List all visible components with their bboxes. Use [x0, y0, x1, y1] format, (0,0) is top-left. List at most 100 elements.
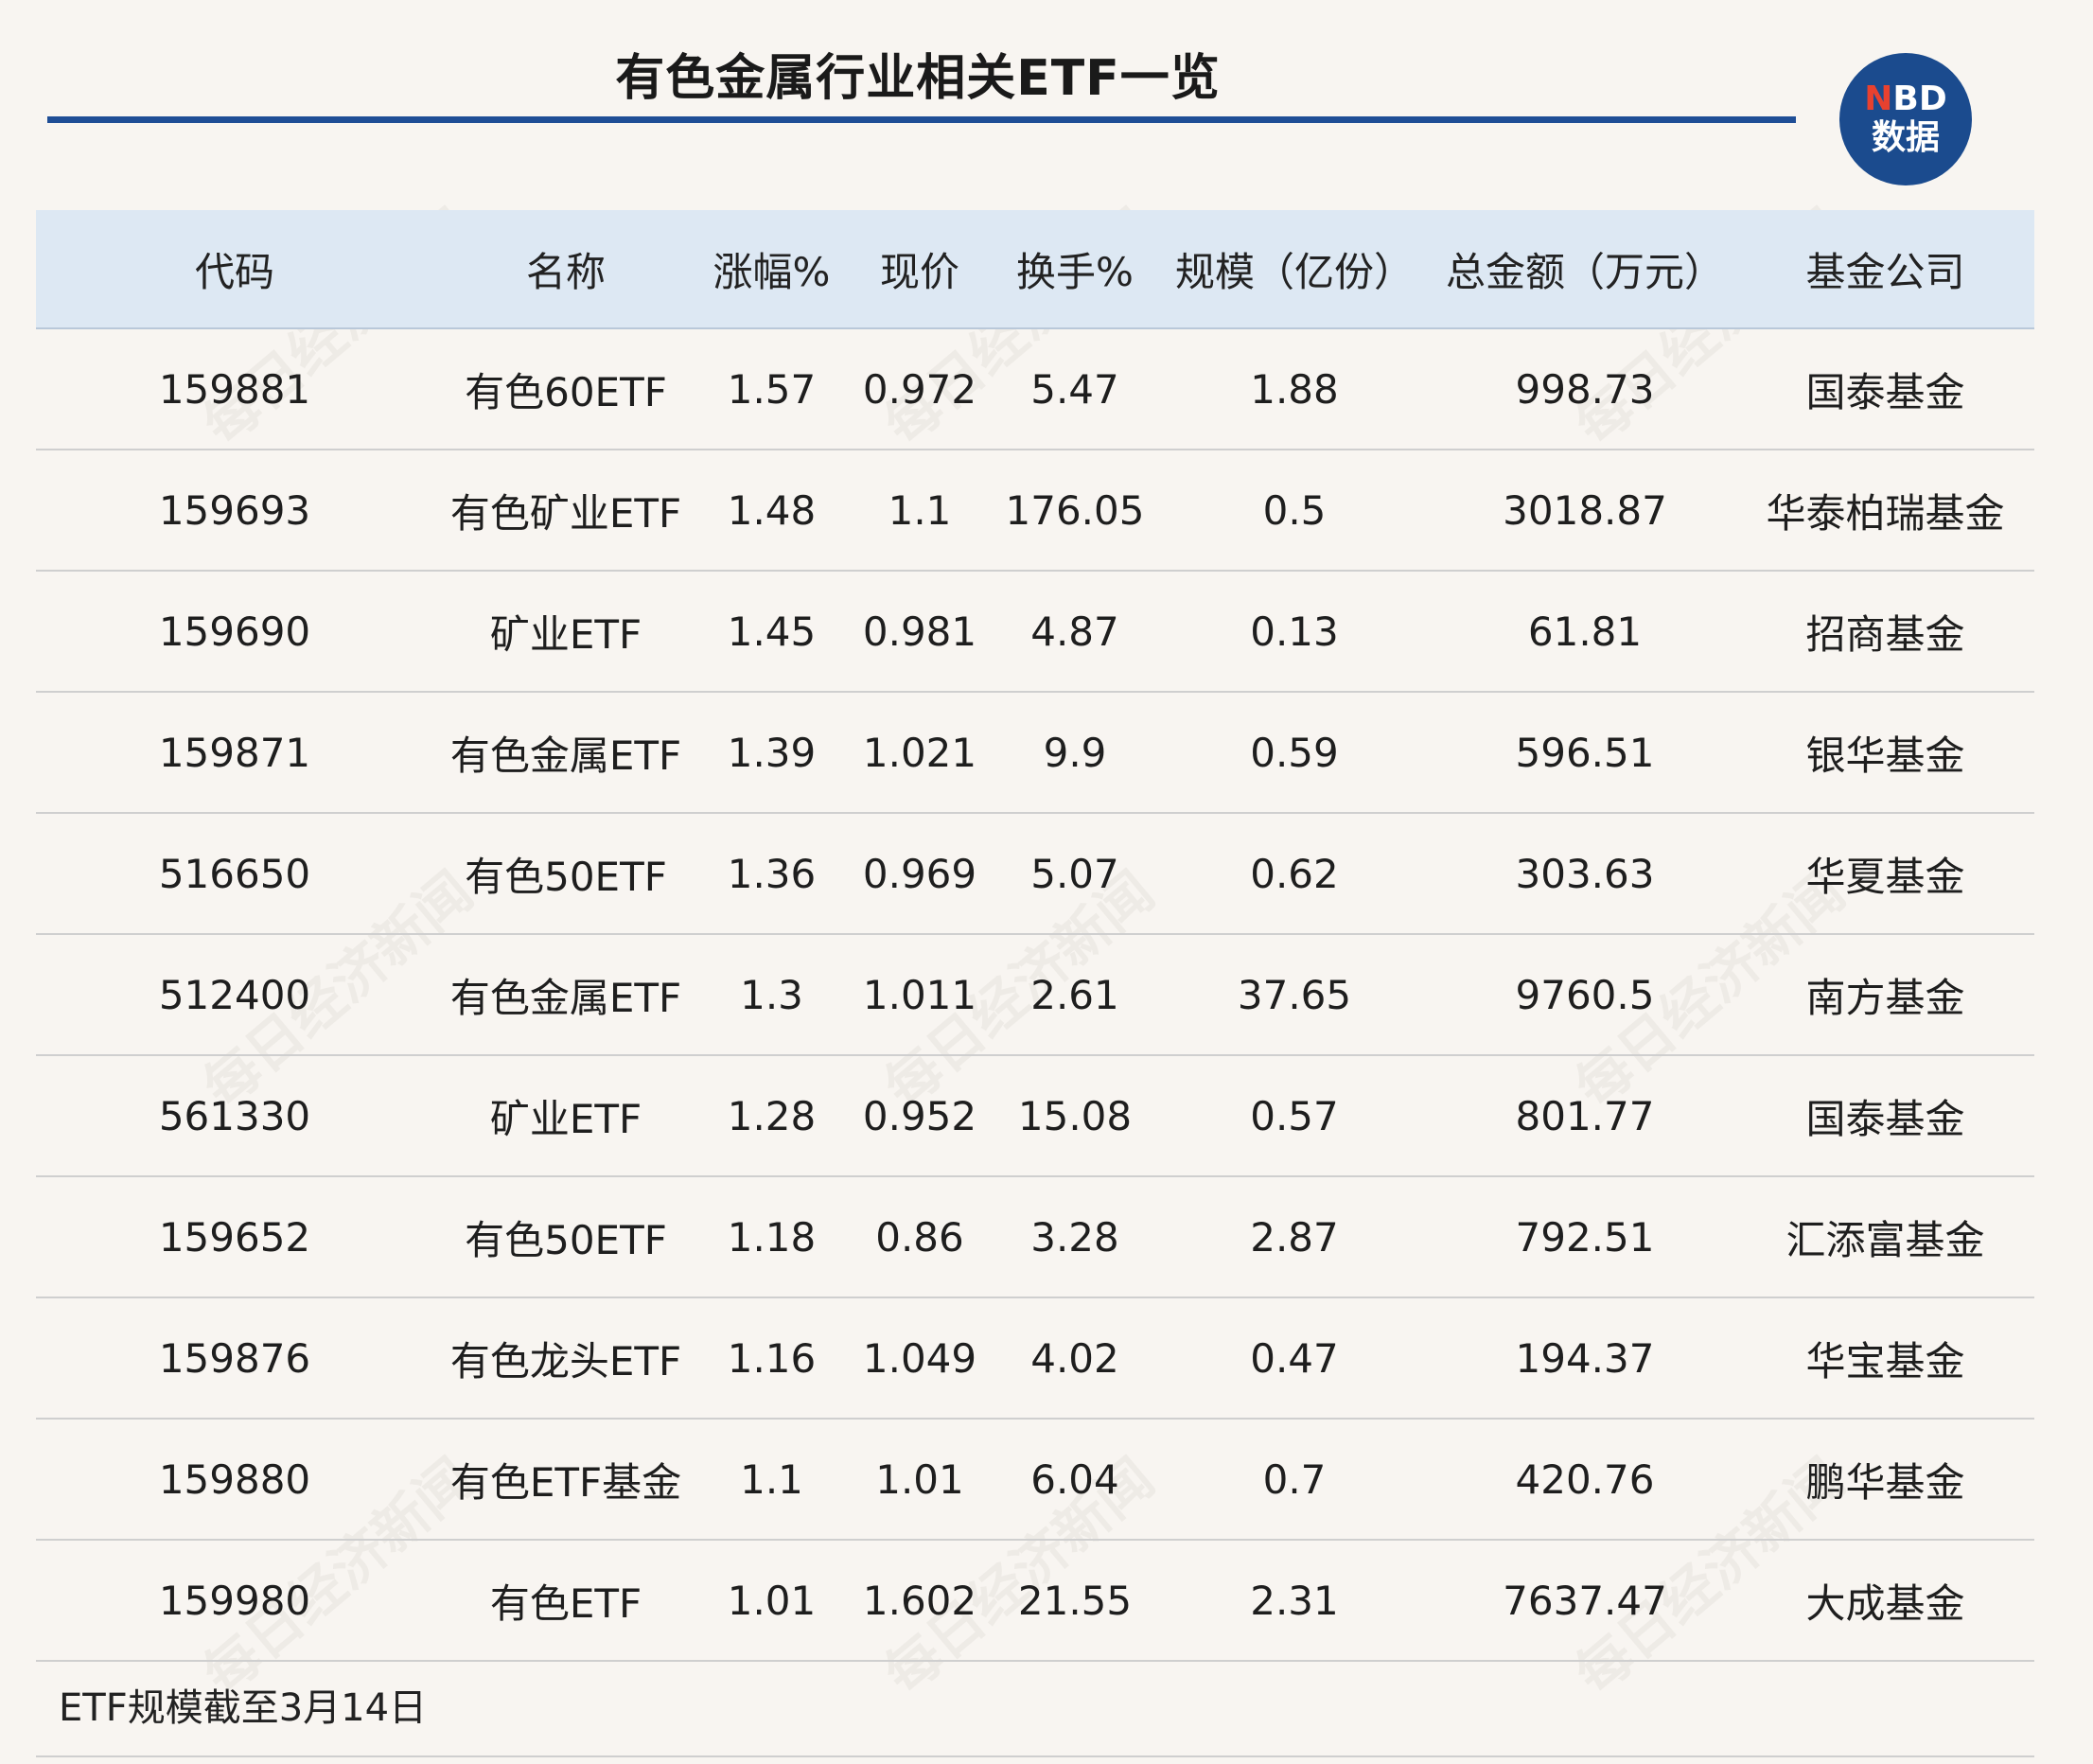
cell-name: 有色60ETF: [465, 368, 667, 415]
nbd-data-logo: NBD 数据: [1839, 53, 1972, 185]
cell-change: 1.16: [727, 1334, 817, 1382]
cell-scale: 37.65: [1237, 971, 1352, 1018]
logo-text: 数据: [1871, 118, 1940, 157]
cell-change: 1.3: [740, 971, 803, 1018]
table-row: 159693 有色矿业ETF 1.48 1.1 176.05 0.5 3018.87 华泰柏瑞…: [36, 450, 2034, 572]
cell-scale: 1.88: [1250, 365, 1339, 413]
logo-bd: BD: [1892, 79, 1947, 118]
header-code: 代码: [194, 248, 274, 295]
cell-turnover: 176.05: [1005, 486, 1145, 534]
cell-price: 1.021: [862, 729, 977, 776]
cell-name: 有色ETF: [489, 1579, 642, 1627]
cell-scale: 0.5: [1262, 486, 1327, 534]
cell-change: 1.57: [727, 365, 817, 413]
cell-amount: 303.63: [1515, 850, 1655, 897]
cell-change: 1.36: [727, 850, 817, 897]
cell-amount: 596.51: [1515, 729, 1655, 776]
table-row: 512400 有色金属ETF 1.3 1.011 2.61 37.65 9760.5 南方基金: [36, 935, 2034, 1056]
cell-price: 1.602: [862, 1577, 977, 1624]
cell-change: 1.01: [727, 1577, 817, 1624]
cell-amount: 3018.87: [1503, 486, 1667, 534]
cell-scale: 0.13: [1250, 608, 1339, 655]
table-row: 159880 有色ETF基金 1.1 1.01 6.04 0.7 420.76 鹏华基金: [36, 1420, 2034, 1541]
cell-turnover: 4.02: [1030, 1334, 1119, 1382]
cell-change: 1.48: [727, 486, 817, 534]
cell-name: 有色50ETF: [465, 1216, 667, 1263]
cell-price: 1.011: [862, 971, 977, 1018]
cell-name: 矿业ETF: [489, 610, 642, 658]
cell-company: 华泰柏瑞基金: [1766, 489, 2005, 537]
table-row: 561330 矿业ETF 1.28 0.952 15.08 0.57 801.77 国泰基金: [36, 1056, 2034, 1177]
cell-amount: 420.76: [1515, 1455, 1655, 1503]
header-scale: 规模（亿份）: [1174, 248, 1414, 295]
footnote: ETF规模截至3月14日: [59, 1686, 428, 1730]
cell-change: 1.39: [727, 729, 817, 776]
cell-code: 159881: [158, 365, 311, 413]
table-row: 159881 有色60ETF 1.57 0.972 5.47 1.88 998.73 国泰基金: [36, 329, 2034, 450]
cell-company: 南方基金: [1805, 974, 1965, 1021]
cell-code: 159876: [158, 1334, 311, 1382]
header-turnover: 换手%: [1016, 248, 1134, 295]
cell-turnover: 5.07: [1030, 850, 1119, 897]
cell-name: 有色金属ETF: [449, 732, 682, 779]
cell-change: 1.1: [740, 1455, 803, 1503]
cell-amount: 61.81: [1527, 608, 1643, 655]
cell-change: 1.28: [727, 1092, 817, 1139]
cell-code: 561330: [158, 1092, 311, 1139]
cell-price: 0.981: [862, 608, 977, 655]
cell-company: 汇添富基金: [1785, 1216, 1985, 1263]
cell-company: 银华基金: [1805, 732, 1965, 779]
cell-change: 1.18: [727, 1213, 817, 1261]
cell-scale: 0.57: [1250, 1092, 1339, 1139]
logo-n: N: [1864, 79, 1893, 118]
cell-turnover: 4.87: [1030, 608, 1119, 655]
table-row: 159980 有色ETF 1.01 1.602 21.55 2.31 7637.47 大成基金: [36, 1541, 2034, 1662]
cell-code: 159871: [158, 729, 311, 776]
page-title: 有色金属行业相关ETF一览: [615, 50, 1221, 107]
cell-name: 有色龙头ETF: [449, 1337, 682, 1385]
header-company: 基金公司: [1805, 248, 1965, 295]
table-row: 159876 有色龙头ETF 1.16 1.049 4.02 0.47 194.37 华宝基金: [36, 1298, 2034, 1420]
cell-price: 0.952: [862, 1092, 977, 1139]
table-row: 516650 有色50ETF 1.36 0.969 5.07 0.62 303.63 华夏基金: [36, 814, 2034, 935]
cell-turnover: 5.47: [1030, 365, 1119, 413]
cell-amount: 9760.5: [1515, 971, 1655, 1018]
cell-amount: 194.37: [1515, 1334, 1655, 1382]
cell-name: 矿业ETF: [489, 1095, 642, 1142]
cell-scale: 0.62: [1250, 850, 1339, 897]
cell-code: 159693: [158, 486, 311, 534]
cell-price: 1.01: [875, 1455, 964, 1503]
header-change: 涨幅%: [712, 248, 831, 295]
cell-amount: 792.51: [1515, 1213, 1655, 1261]
cell-price: 0.969: [862, 850, 977, 897]
cell-change: 1.45: [727, 608, 817, 655]
cell-code: 159880: [158, 1455, 311, 1503]
cell-turnover: 21.55: [1017, 1577, 1133, 1624]
footnote-rule: [36, 1755, 2034, 1757]
cell-code: 159980: [158, 1577, 311, 1624]
cell-price: 0.972: [862, 365, 977, 413]
cell-company: 大成基金: [1805, 1579, 1965, 1627]
cell-scale: 2.87: [1250, 1213, 1339, 1261]
cell-code: 159652: [158, 1213, 311, 1261]
cell-price: 1.049: [862, 1334, 977, 1382]
cell-amount: 801.77: [1515, 1092, 1655, 1139]
cell-company: 华夏基金: [1805, 853, 1965, 900]
cell-turnover: 3.28: [1030, 1213, 1119, 1261]
cell-name: 有色矿业ETF: [449, 489, 682, 537]
cell-company: 国泰基金: [1805, 368, 1965, 415]
cell-turnover: 6.04: [1030, 1455, 1119, 1503]
cell-scale: 2.31: [1250, 1577, 1339, 1624]
header-price: 现价: [879, 248, 959, 295]
etf-table: 代码 名称 涨幅% 现价 换手% 规模（亿份） 总金额（万元） 基金公司 159…: [36, 210, 2034, 1662]
title-underline: [47, 116, 1796, 123]
cell-code: 512400: [158, 971, 311, 1018]
cell-name: 有色ETF基金: [449, 1458, 682, 1506]
cell-company: 华宝基金: [1805, 1337, 1965, 1385]
cell-code: 516650: [158, 850, 311, 897]
cell-company: 国泰基金: [1805, 1095, 1965, 1142]
cell-company: 招商基金: [1805, 610, 1965, 658]
cell-name: 有色金属ETF: [449, 974, 682, 1021]
header-amount: 总金额（万元）: [1445, 248, 1724, 295]
cell-turnover: 2.61: [1030, 971, 1119, 1018]
